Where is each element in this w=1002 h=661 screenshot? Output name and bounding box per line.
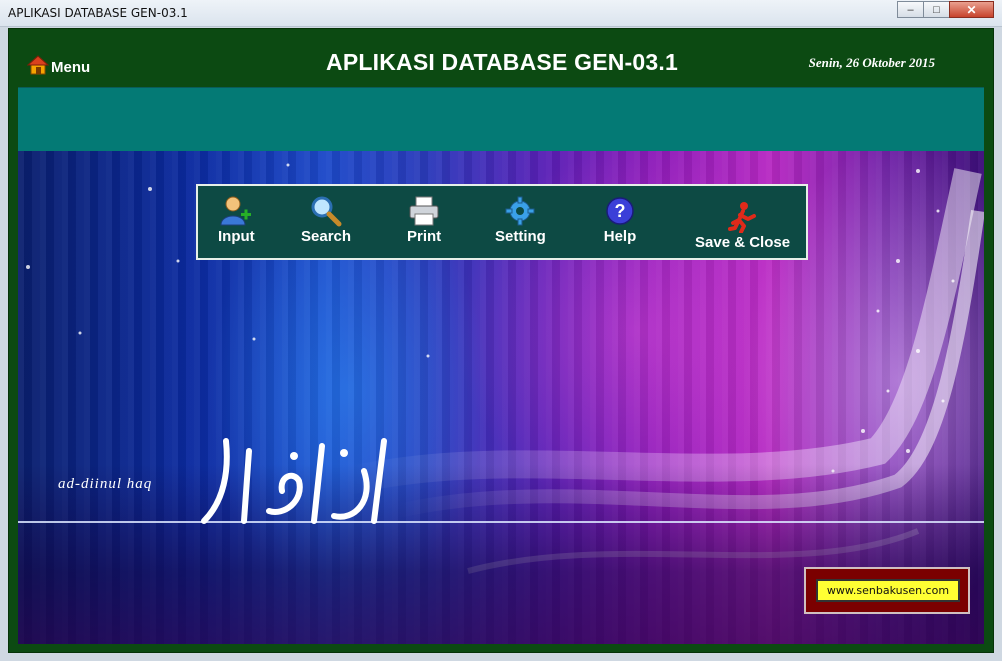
window-controls: – □ ✕	[897, 1, 994, 19]
help-icon: ?	[603, 194, 637, 228]
window-title: APLIKASI DATABASE GEN-03.1	[8, 6, 188, 20]
input-label: Input	[218, 228, 255, 245]
gear-icon	[503, 194, 537, 228]
help-label: Help	[603, 228, 637, 245]
help-button[interactable]: ? Help	[603, 194, 637, 245]
print-button[interactable]: Print	[407, 194, 441, 245]
app-frame: Menu APLIKASI DATABASE GEN-03.1 Senin, 2…	[8, 28, 994, 653]
magnifier-icon	[309, 194, 343, 228]
svg-text:?: ?	[615, 201, 626, 221]
date-label: Senin, 26 Oktober 2015	[808, 55, 935, 70]
close-button[interactable]: ✕	[949, 1, 994, 18]
save-close-button[interactable]: Save & Close	[695, 200, 790, 251]
print-label: Print	[407, 228, 442, 245]
printer-icon	[407, 194, 441, 228]
maximize-button[interactable]: □	[923, 1, 950, 18]
main-toolbar: Input Search Print Setting ? Help Save &…	[196, 184, 808, 260]
search-label: Search	[301, 228, 352, 245]
main-content: ad-diinul haq Input Search Print Setting…	[18, 151, 984, 644]
teal-header-bar	[18, 87, 984, 152]
tagline-text: ad-diinul haq	[58, 476, 153, 492]
setting-label: Setting	[495, 228, 546, 245]
website-panel: www.senbakusen.com	[804, 567, 970, 614]
save-close-label: Save & Close	[695, 234, 791, 251]
input-button[interactable]: Input	[218, 194, 255, 245]
search-button[interactable]: Search	[301, 194, 351, 245]
setting-button[interactable]: Setting	[495, 194, 546, 245]
user-add-icon	[219, 194, 253, 228]
runner-exit-icon	[726, 200, 760, 234]
minimize-button[interactable]: –	[897, 1, 924, 18]
window-titlebar: APLIKASI DATABASE GEN-03.1 – □ ✕	[0, 0, 1002, 27]
website-button[interactable]: www.senbakusen.com	[816, 579, 960, 602]
